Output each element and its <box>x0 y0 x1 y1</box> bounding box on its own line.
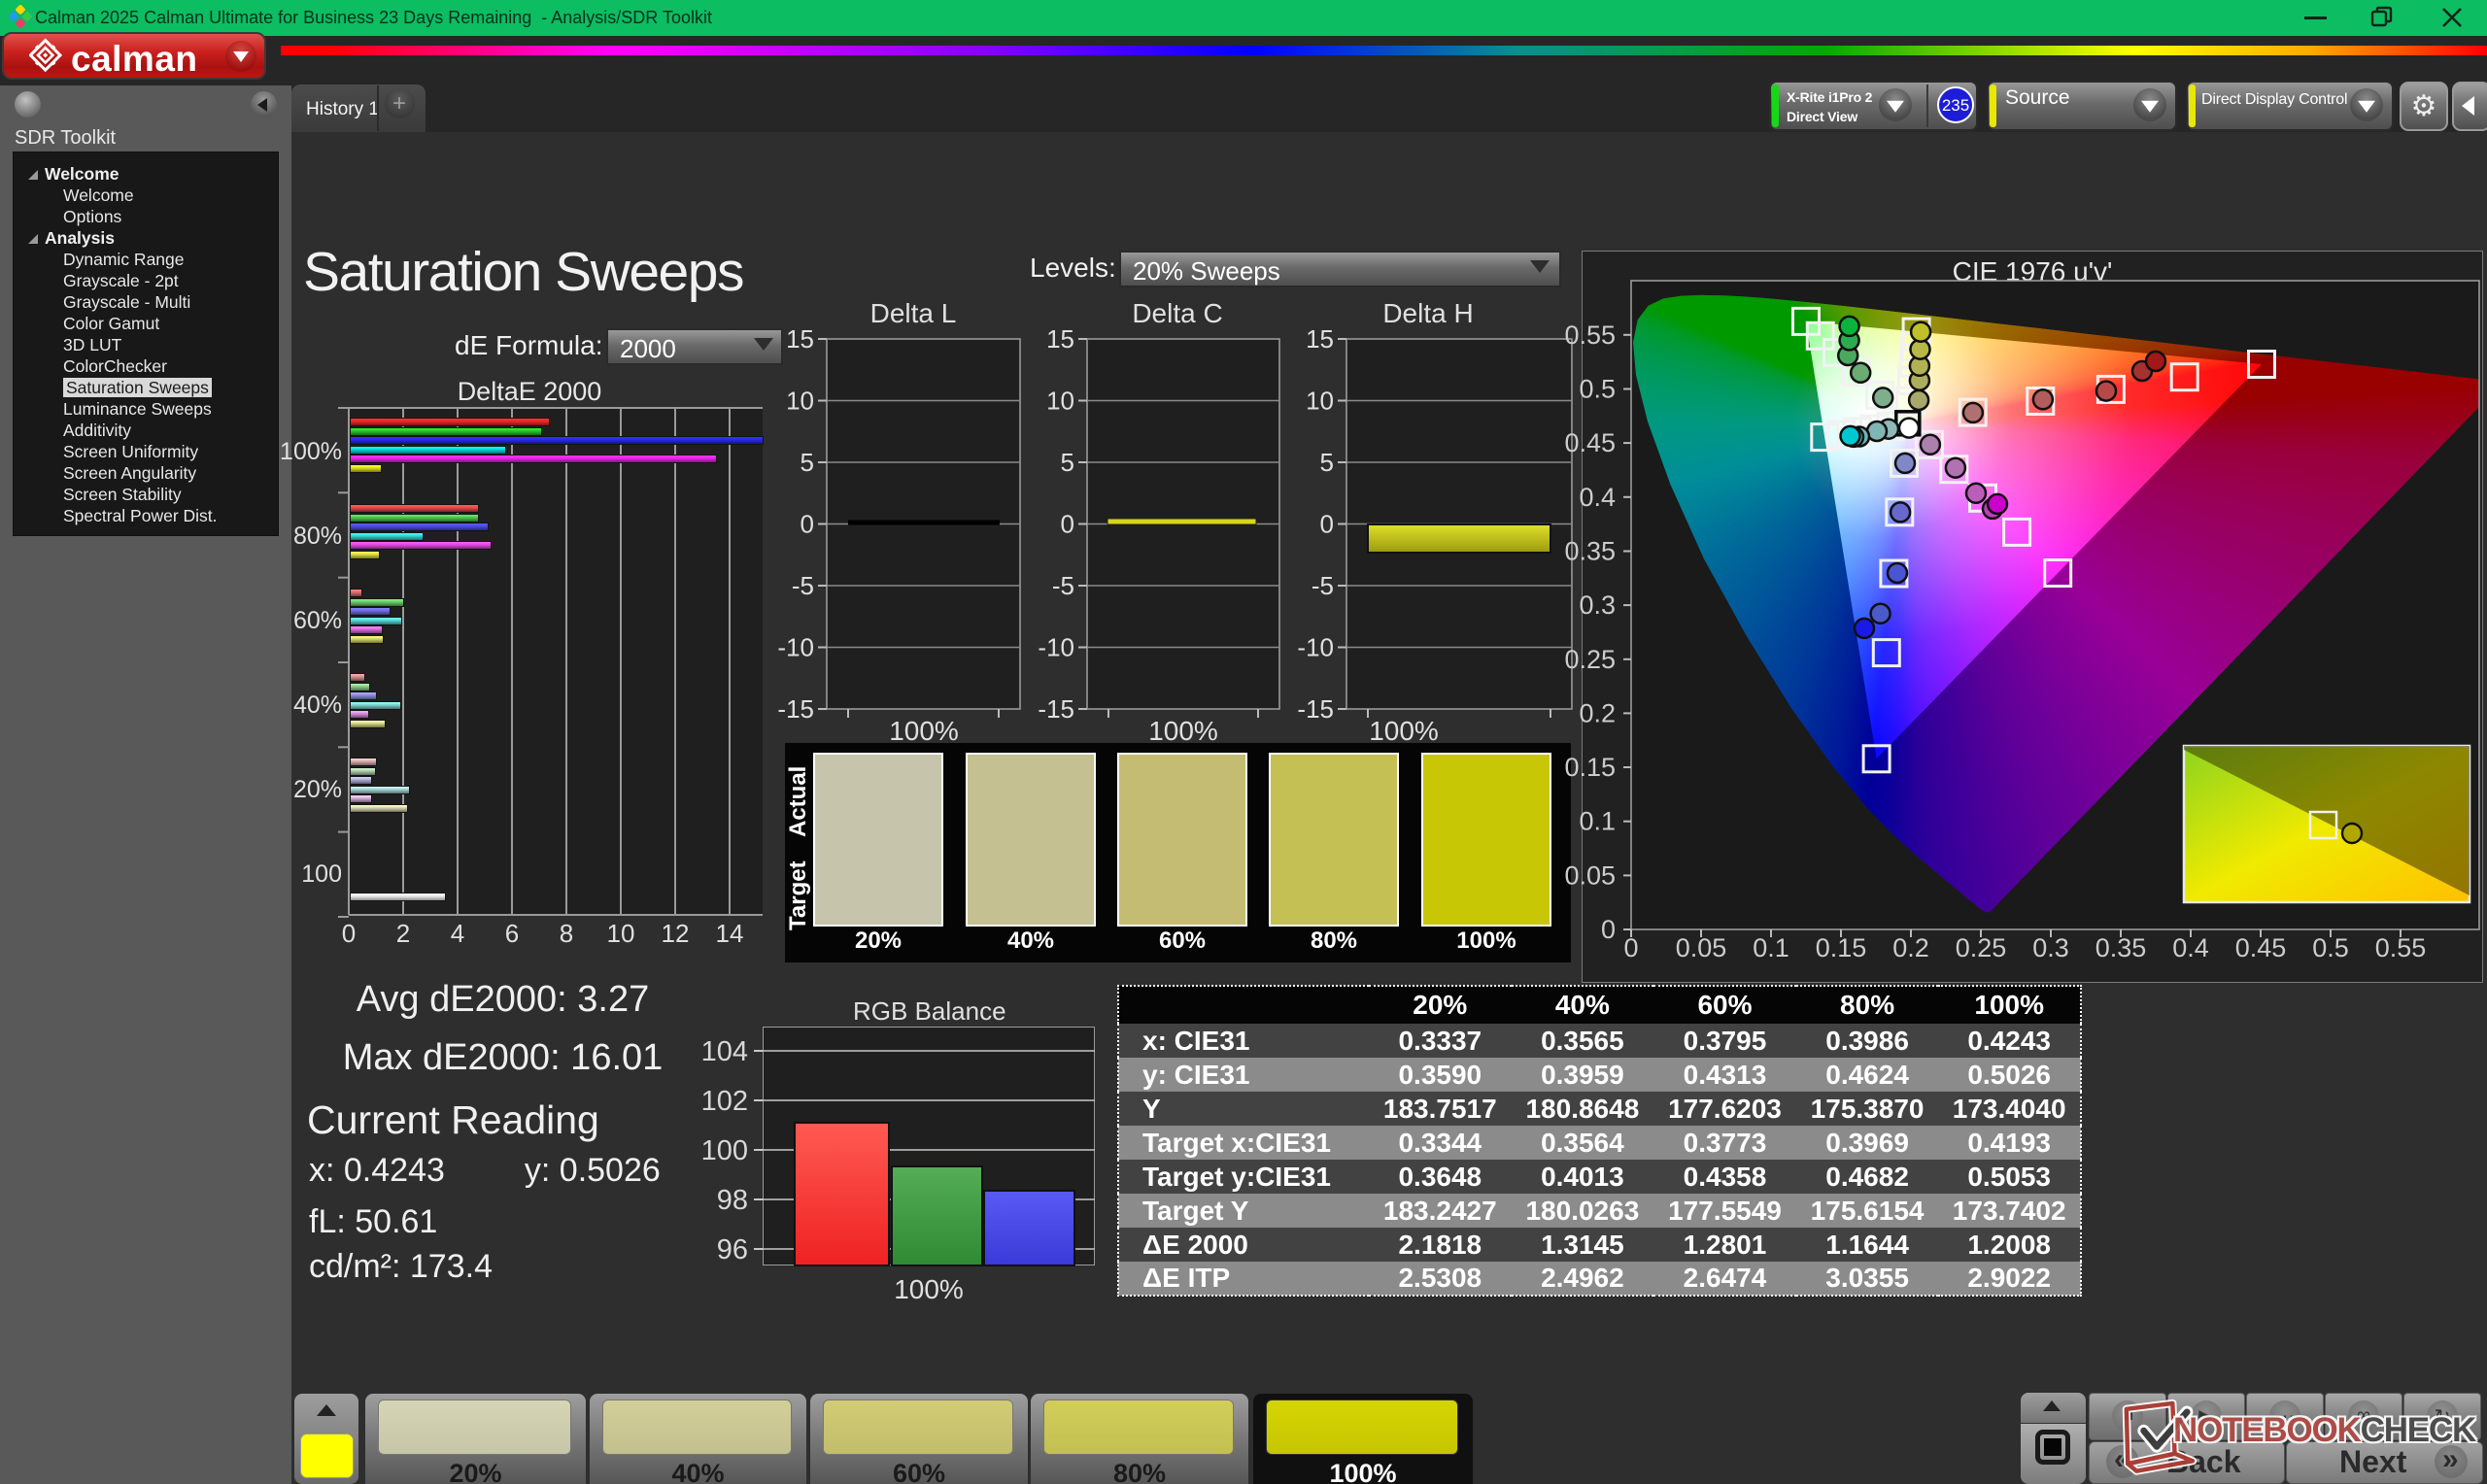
svg-text:0.4: 0.4 <box>1579 483 1616 512</box>
svg-text:0.1: 0.1 <box>1753 933 1789 962</box>
svg-text:0.5: 0.5 <box>1579 375 1616 404</box>
svg-text:0.05: 0.05 <box>1564 860 1616 890</box>
svg-text:0.25: 0.25 <box>1564 645 1616 674</box>
svg-text:0.35: 0.35 <box>1564 537 1616 566</box>
svg-text:0.25: 0.25 <box>1956 933 2007 962</box>
svg-text:0.55: 0.55 <box>2375 933 2427 962</box>
svg-text:0: 0 <box>1601 915 1616 944</box>
svg-text:0.5: 0.5 <box>2312 933 2349 962</box>
svg-text:0.3: 0.3 <box>2032 933 2069 962</box>
svg-text:0.2: 0.2 <box>1579 698 1616 727</box>
svg-text:0.2: 0.2 <box>1892 933 1929 962</box>
svg-text:0.15: 0.15 <box>1564 753 1616 782</box>
svg-text:0.55: 0.55 <box>1564 320 1616 350</box>
svg-text:0.35: 0.35 <box>2095 933 2147 962</box>
svg-text:0.15: 0.15 <box>1816 933 1867 962</box>
svg-text:0.05: 0.05 <box>1676 933 1727 962</box>
svg-text:0.3: 0.3 <box>1579 590 1616 620</box>
svg-text:0.45: 0.45 <box>2235 933 2287 962</box>
svg-text:0.4: 0.4 <box>2172 933 2209 962</box>
svg-text:0.1: 0.1 <box>1579 807 1616 836</box>
svg-text:0.45: 0.45 <box>1564 428 1616 457</box>
svg-text:0: 0 <box>1623 933 1638 962</box>
